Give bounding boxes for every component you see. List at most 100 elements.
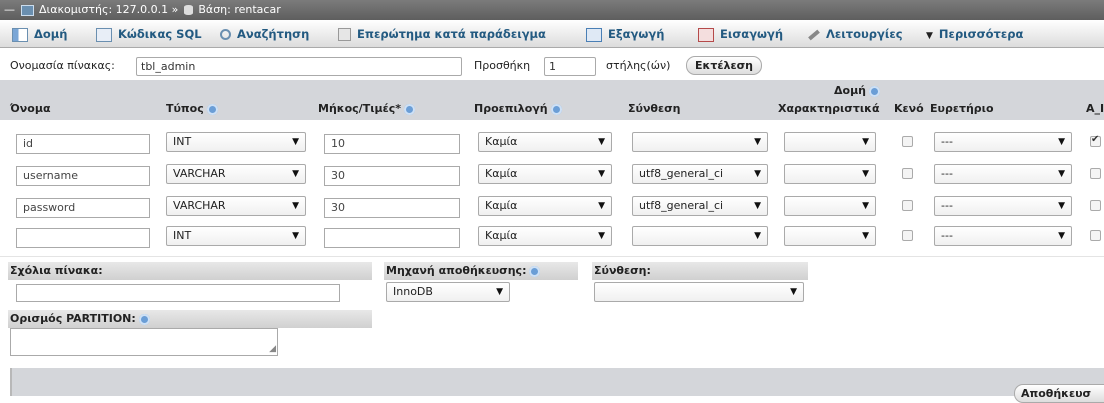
length-input[interactable]: 30 <box>324 166 460 186</box>
ai-checkbox[interactable] <box>1090 168 1101 179</box>
table-row: id INT ▼ 10 Καμία ▼ ▼ ▼ --- ▼ <box>0 128 1104 161</box>
database-icon <box>183 5 193 15</box>
save-button[interactable]: Αποθήκευσ <box>1014 384 1104 403</box>
ai-checkbox[interactable] <box>1090 200 1101 211</box>
table-collation-select[interactable]: ▼ <box>594 282 804 302</box>
search-icon <box>220 29 231 40</box>
resize-grip-icon[interactable]: ◢ <box>269 340 276 358</box>
header-attributes: Χαρακτηριστικά <box>778 102 880 115</box>
help-icon[interactable] <box>869 85 880 97</box>
breadcrumb-db-label: Βάση: <box>198 3 231 16</box>
chevron-down-icon: ▼ <box>1058 201 1065 211</box>
form-footer <box>10 368 1104 396</box>
attributes-select[interactable]: ▼ <box>784 226 876 246</box>
chevron-down-icon: ▼ <box>862 169 869 179</box>
add-columns-count-input[interactable] <box>544 57 596 76</box>
table-row: INT ▼ Καμία ▼ ▼ ▼ --- ▼ <box>0 224 1104 257</box>
header-length: Μήκος/Τιμές* <box>318 102 415 115</box>
add-columns-label: Προσθήκη <box>474 59 531 72</box>
header-type: Τύπος <box>166 102 218 115</box>
table-row: password VARCHAR ▼ 30 Καμία ▼ utf8_general… <box>0 192 1104 225</box>
header-null: Κενό <box>894 102 924 115</box>
null-checkbox[interactable] <box>902 136 913 147</box>
index-select[interactable]: --- ▼ <box>934 196 1072 216</box>
chevron-down-icon: ▼ <box>598 231 605 241</box>
length-input[interactable]: 30 <box>324 198 460 218</box>
tab-search[interactable]: Αναζήτηση <box>220 20 309 48</box>
chevron-down-icon: ▼ <box>754 201 761 211</box>
help-icon[interactable] <box>529 265 541 277</box>
type-select[interactable]: INT ▼ <box>166 132 306 152</box>
help-icon[interactable] <box>138 313 150 325</box>
storage-engine-select[interactable]: InnoDB ▼ <box>386 282 510 302</box>
tab-export[interactable]: Εξαγωγή <box>586 20 664 48</box>
tab-query-by-example[interactable]: Επερώτημα κατά παράδειγμα <box>338 20 546 48</box>
chevron-down-icon: ▼ <box>862 231 869 241</box>
import-icon <box>698 27 714 42</box>
type-select[interactable]: VARCHAR ▼ <box>166 164 306 184</box>
chevron-down-icon: ▼ <box>754 169 761 179</box>
collation-select[interactable]: utf8_general_ci ▼ <box>632 196 768 216</box>
chevron-down-icon: ▼ <box>292 137 299 147</box>
collapse-arrow-icon[interactable]: — <box>4 3 15 16</box>
table-comments-header: Σχόλια πίνακα: <box>8 262 372 280</box>
column-name-input[interactable]: password <box>16 198 150 218</box>
null-checkbox[interactable] <box>902 168 913 179</box>
execute-button[interactable]: Εκτέλεση <box>686 56 762 75</box>
collation-select[interactable]: ▼ <box>632 132 768 152</box>
default-select[interactable]: Καμία ▼ <box>478 196 612 216</box>
help-icon[interactable] <box>550 103 562 115</box>
table-comments-input[interactable] <box>16 284 340 302</box>
default-select[interactable]: Καμία ▼ <box>478 164 612 184</box>
length-input[interactable] <box>324 228 460 248</box>
collation-select[interactable]: ▼ <box>632 226 768 246</box>
tab-more[interactable]: ▼ Περισσότερα <box>926 20 1023 48</box>
help-icon[interactable] <box>403 103 415 115</box>
attributes-select[interactable]: ▼ <box>784 196 876 216</box>
column-name-input[interactable]: username <box>16 166 150 186</box>
index-select[interactable]: --- ▼ <box>934 226 1072 246</box>
tab-sql[interactable]: Κώδικας SQL <box>96 20 202 48</box>
tab-operations[interactable]: Λειτουργίες <box>808 20 903 48</box>
collation-select[interactable]: utf8_general_ci ▼ <box>632 164 768 184</box>
type-select[interactable]: INT ▼ <box>166 226 306 246</box>
column-name-input[interactable] <box>16 228 150 248</box>
server-icon <box>20 4 34 16</box>
ai-checkbox[interactable] <box>1090 230 1101 241</box>
null-checkbox[interactable] <box>902 200 913 211</box>
footer-divider <box>10 368 12 396</box>
attributes-select[interactable]: ▼ <box>784 164 876 184</box>
breadcrumb-separator: » <box>171 3 179 16</box>
type-select[interactable]: VARCHAR ▼ <box>166 196 306 216</box>
chevron-down-icon: ▼ <box>754 137 761 147</box>
chevron-down-icon: ▼ <box>790 287 797 297</box>
table-name-input[interactable] <box>136 57 462 76</box>
index-select[interactable]: --- ▼ <box>934 132 1072 152</box>
chevron-down-icon: ▼ <box>598 137 605 147</box>
header-index: Ευρετήριο <box>930 102 994 115</box>
breadcrumb-server[interactable]: 127.0.0.1 <box>116 3 168 16</box>
chevron-down-icon: ▼ <box>862 201 869 211</box>
chevron-down-icon: ▼ <box>1058 231 1065 241</box>
help-icon[interactable] <box>206 103 218 115</box>
attributes-select[interactable]: ▼ <box>784 132 876 152</box>
default-select[interactable]: Καμία ▼ <box>478 226 612 246</box>
column-name-input[interactable]: id <box>16 134 150 154</box>
chevron-down-icon: ▼ <box>862 137 869 147</box>
null-checkbox[interactable] <box>902 230 913 241</box>
length-input[interactable]: 10 <box>324 134 460 154</box>
default-select[interactable]: Καμία ▼ <box>478 132 612 152</box>
index-select[interactable]: --- ▼ <box>934 164 1072 184</box>
add-columns-suffix: στήλης(ών) <box>606 59 671 72</box>
chevron-down-icon: ▼ <box>292 169 299 179</box>
header-collation: Σύνθεση <box>628 102 681 115</box>
chevron-down-icon: ▼ <box>598 201 605 211</box>
tab-import[interactable]: Εισαγωγή <box>698 20 783 48</box>
breadcrumb-db[interactable]: rentacar <box>234 3 280 16</box>
chevron-down-icon: ▼ <box>926 31 933 41</box>
tab-structure[interactable]: Δομή <box>12 20 67 48</box>
ai-checkbox[interactable] <box>1090 134 1101 147</box>
chevron-down-icon: ▼ <box>1058 137 1065 147</box>
partition-textarea[interactable]: ◢ <box>10 328 278 356</box>
structure-icon <box>12 27 28 42</box>
